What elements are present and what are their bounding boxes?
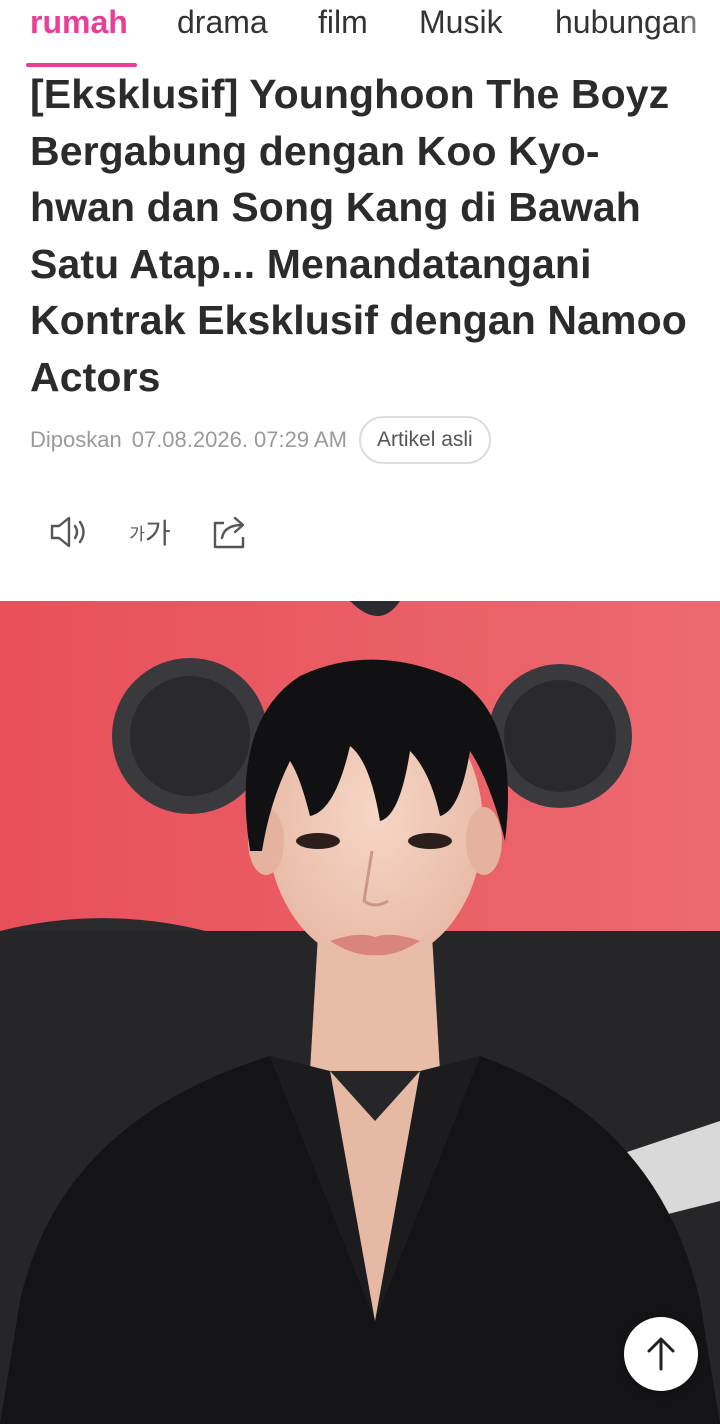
speaker-icon: [50, 516, 85, 548]
arrow-up-icon: [647, 1337, 675, 1371]
tab-hubungan[interactable]: hubungan: [555, 0, 697, 62]
article-page: rumah drama film Musik hubungan [Eksklus…: [0, 0, 720, 1424]
posted-label: Diposkan: [30, 427, 122, 452]
listen-button[interactable]: [44, 508, 92, 556]
share-button[interactable]: [206, 508, 254, 556]
font-size-small-glyph: 가: [129, 524, 145, 545]
original-article-button[interactable]: Artikel asli: [359, 416, 491, 464]
category-tabs: rumah drama film Musik hubungan: [0, 0, 720, 68]
share-icon: [213, 516, 245, 549]
tab-rumah[interactable]: rumah: [30, 0, 128, 62]
article-hero-image: [0, 601, 720, 1424]
font-size-button[interactable]: 가가: [124, 508, 176, 556]
font-size-big-glyph: 가: [144, 517, 171, 550]
tab-musik[interactable]: Musik: [419, 0, 503, 62]
article-title: [Eksklusif] Younghoon The Boyz Bergabung…: [30, 71, 687, 400]
scroll-to-top-button[interactable]: [624, 1317, 698, 1391]
tabs-fade: [680, 0, 720, 60]
tab-drama[interactable]: drama: [177, 0, 268, 62]
article-meta: Diposkan 07.08.2026. 07:29 AM Artikel as…: [30, 416, 491, 464]
portrait-photo: [0, 601, 720, 1424]
tab-film[interactable]: film: [318, 0, 368, 62]
posted-datetime: 07.08.2026. 07:29 AM: [131, 427, 348, 452]
